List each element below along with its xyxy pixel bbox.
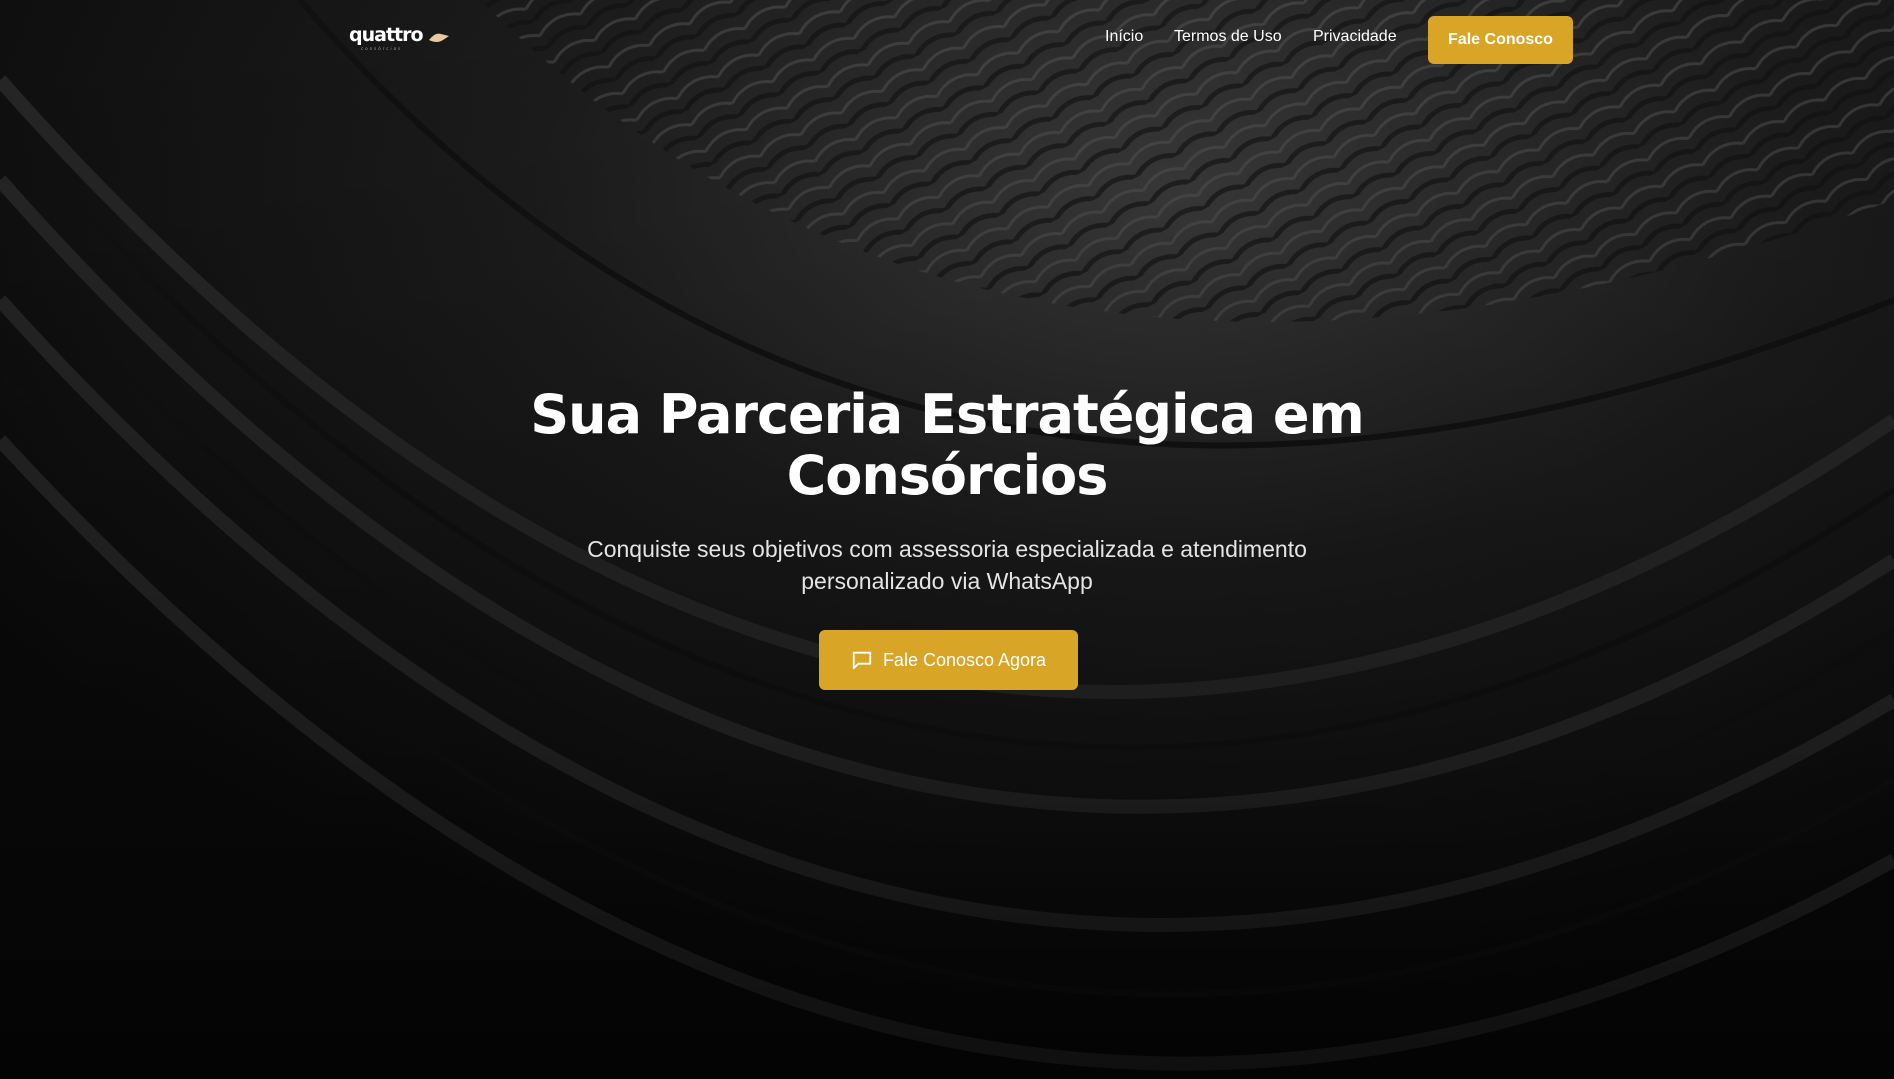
hero-contact-button-label: Fale Conosco Agora [882,649,1047,670]
hero-section: Sua Parceria Estratégica em Consórcios C… [0,0,1894,1079]
hero-title-line-1: Sua Parceria Estratégica em [530,383,1364,446]
chat-bubble-icon [852,651,872,670]
nav-link-inicio[interactable]: Início [1105,28,1143,46]
hero-title-line-2: Consórcios [786,444,1109,507]
nav-link-privacidade[interactable]: Privacidade [1313,28,1397,46]
hero-subtitle-line-1: Conquiste seus objetivos com assessoria … [587,536,1307,562]
top-navigation: quattro consórcios Início Termos de Uso … [0,0,1894,80]
hero-title: Sua Parceria Estratégica em Consórcios [447,384,1447,506]
logo-tagline: consórcios [361,46,403,51]
brand-logo[interactable]: quattro consórcios [349,24,453,54]
logo-wordmark: quattro [349,24,424,46]
nav-link-termos-de-uso[interactable]: Termos de Uso [1174,28,1282,46]
logo-hand-icon [429,33,449,42]
nav-contact-button[interactable]: Fale Conosco [1428,16,1573,64]
nav-contact-button-label: Fale Conosco [1448,31,1553,48]
hero-subtitle: Conquiste seus objetivos com assessoria … [547,533,1347,597]
hero-subtitle-line-2: personalizado via WhatsApp [801,568,1093,594]
hero-contact-button[interactable]: Fale Conosco Agora [819,630,1078,690]
